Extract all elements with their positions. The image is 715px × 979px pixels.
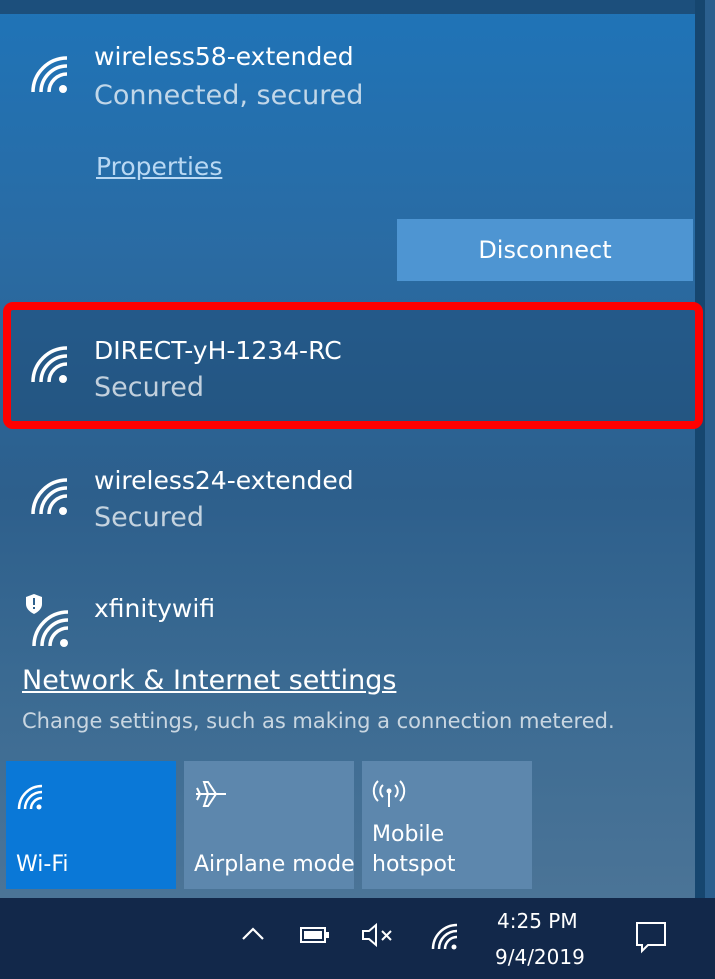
- network-internet-settings-link[interactable]: Network & Internet settings: [22, 665, 396, 696]
- tile-label-line2: hotspot: [372, 852, 456, 877]
- network-item-direct-yh-1234-rc[interactable]: DIRECT-yH-1234-RC Secured: [0, 314, 705, 430]
- hotspot-icon: [372, 780, 406, 807]
- wifi-icon: [31, 478, 68, 515]
- network-status: Secured: [94, 502, 204, 533]
- battery-icon[interactable]: [300, 926, 330, 944]
- settings-description: Change settings, such as making a connec…: [22, 709, 615, 733]
- properties-link[interactable]: Properties: [96, 152, 222, 181]
- notification-icon[interactable]: [634, 920, 668, 954]
- network-item-wireless58-extended[interactable]: wireless58-extended Connected, secured: [0, 30, 705, 146]
- network-status: Connected, secured: [94, 80, 364, 111]
- network-item-xfinitywifi[interactable]: xfinitywifi: [0, 578, 705, 648]
- volume-muted-icon[interactable]: [360, 922, 396, 948]
- wifi-icon: [17, 784, 43, 810]
- taskbar: [0, 898, 715, 979]
- clock-time[interactable]: 4:25 PM: [497, 909, 578, 933]
- network-name: wireless24-extended: [94, 466, 354, 495]
- wifi-icon[interactable]: [430, 922, 460, 952]
- tile-label: Airplane mode: [194, 852, 355, 877]
- network-name: DIRECT-yH-1234-RC: [94, 336, 342, 365]
- network-item-wireless24-extended[interactable]: wireless24-extended Secured: [0, 450, 705, 566]
- network-status: Secured: [94, 372, 204, 403]
- clock-date[interactable]: 9/4/2019: [495, 945, 585, 969]
- tile-label: Wi-Fi: [16, 852, 69, 877]
- tile-label-line1: Mobile: [372, 822, 445, 847]
- network-flyout: wireless58-extended Connected, secured P…: [0, 0, 705, 898]
- mobile-hotspot-tile[interactable]: Mobile hotspot: [362, 761, 532, 889]
- wifi-toggle-tile[interactable]: Wi-Fi: [6, 761, 176, 889]
- wifi-icon: [31, 56, 68, 93]
- airplane-icon: [196, 781, 226, 807]
- airplane-mode-tile[interactable]: Airplane mode: [184, 761, 355, 889]
- wifi-shield-icon: [26, 594, 69, 647]
- wifi-icon: [31, 346, 68, 383]
- disconnect-button[interactable]: Disconnect: [397, 219, 693, 281]
- chevron-up-icon[interactable]: [240, 926, 266, 942]
- network-name: xfinitywifi: [94, 594, 216, 623]
- network-name: wireless58-extended: [94, 42, 354, 71]
